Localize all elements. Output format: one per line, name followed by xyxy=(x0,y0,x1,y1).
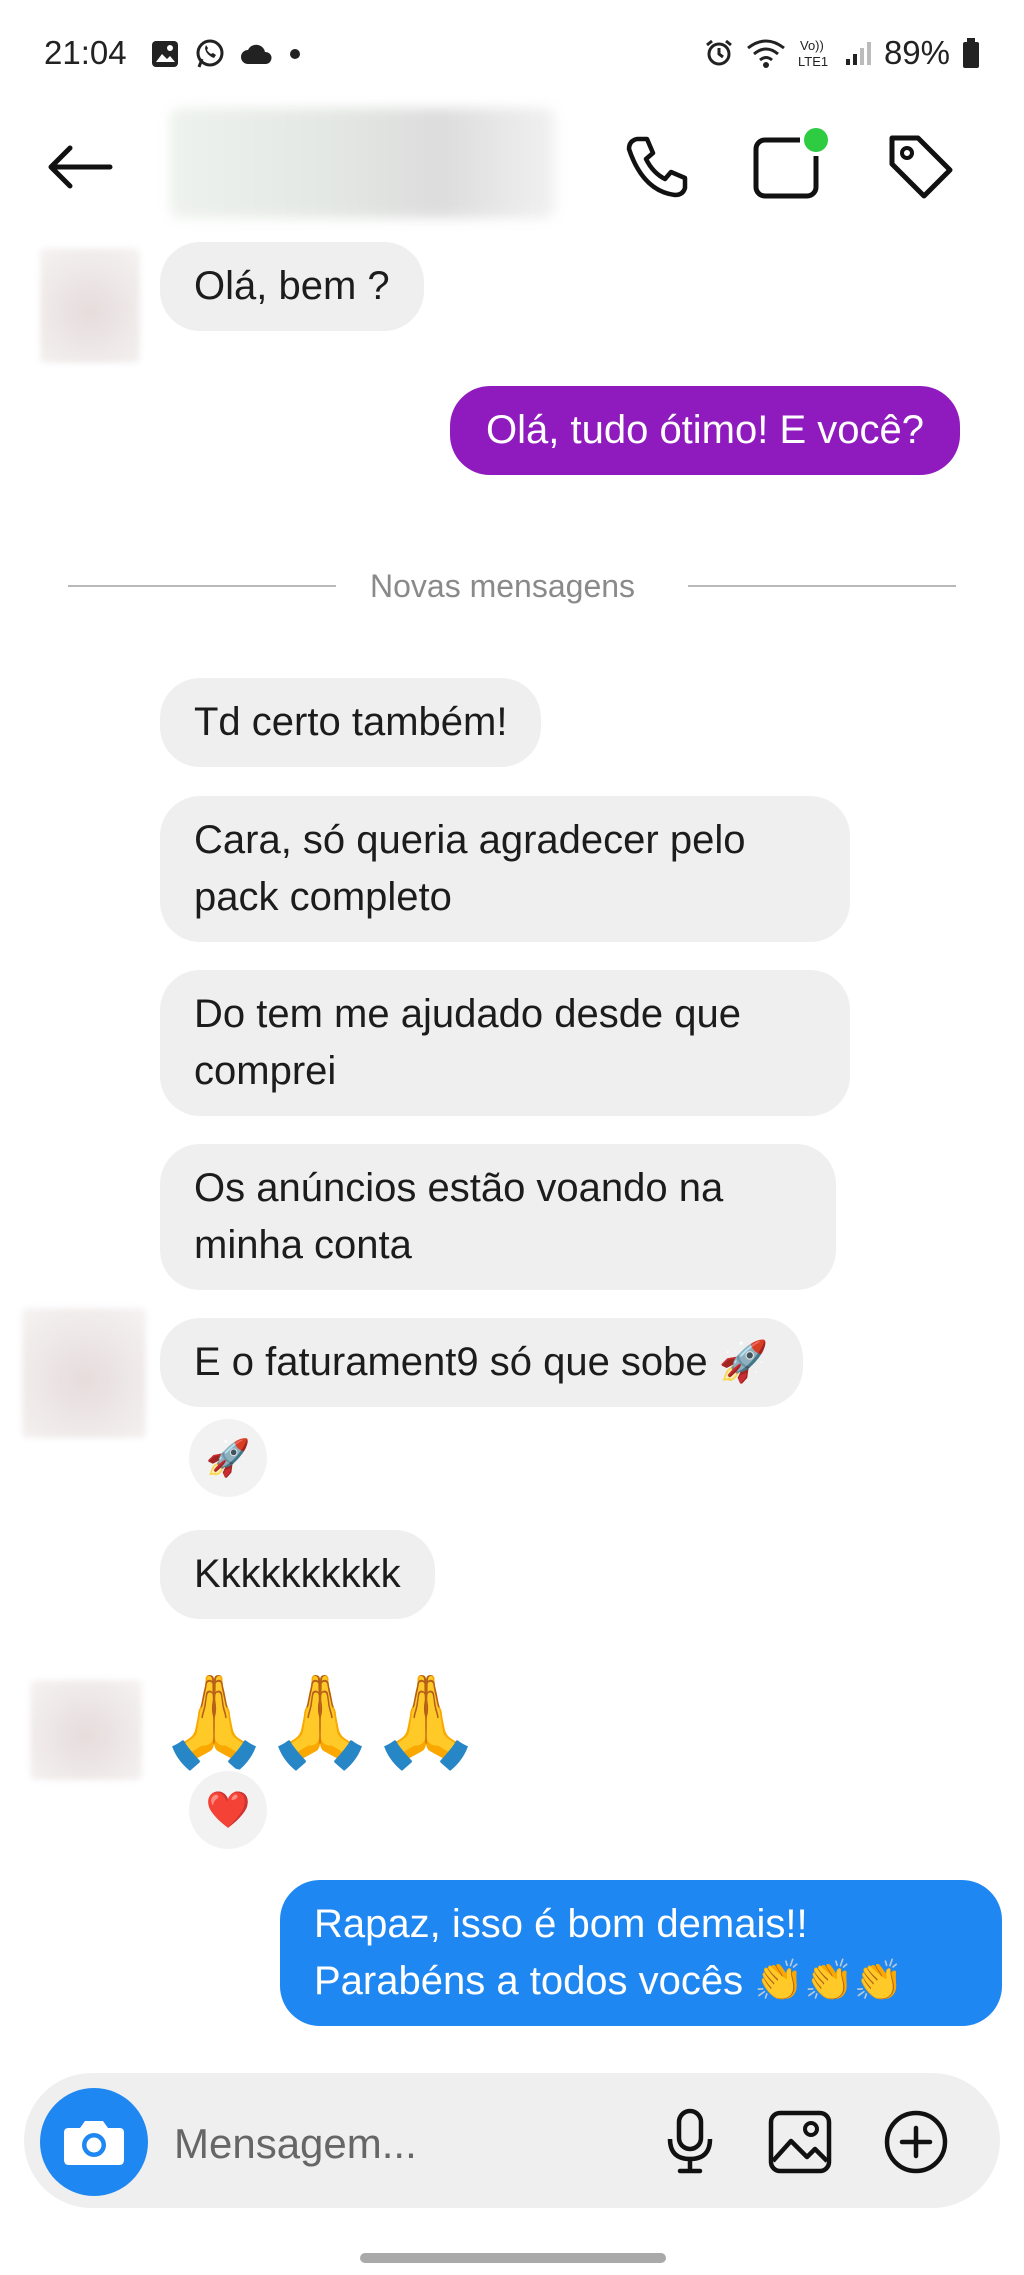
tag-icon xyxy=(889,135,953,199)
volte-icon: Vo))LTE1 xyxy=(798,38,828,69)
video-icon xyxy=(753,128,830,199)
call-button[interactable] xyxy=(618,128,694,204)
back-button[interactable] xyxy=(44,132,114,202)
message-reaction[interactable]: ❤️ xyxy=(186,1768,270,1852)
new-messages-divider: Novas mensagens xyxy=(370,568,636,604)
video-call-button[interactable] xyxy=(750,126,834,206)
voice-message-button[interactable] xyxy=(654,2104,726,2180)
contact-name-blurred[interactable] xyxy=(170,108,555,218)
camera-button[interactable] xyxy=(40,2088,148,2196)
microphone-icon xyxy=(667,2108,713,2174)
back-arrow-icon xyxy=(48,145,113,189)
label-button[interactable] xyxy=(880,126,960,206)
whatsapp-icon xyxy=(196,39,224,68)
message-bubble-received[interactable]: Cara, só queria agradecer pelo pack comp… xyxy=(160,796,850,942)
signal-icon xyxy=(845,42,871,65)
camera-icon xyxy=(64,2121,124,2165)
gallery-button[interactable] xyxy=(762,2104,838,2180)
message-bubble-received[interactable]: Td certo também! xyxy=(160,678,542,767)
home-indicator[interactable] xyxy=(360,2253,666,2263)
svg-text:LTE1: LTE1 xyxy=(798,54,828,69)
avatar[interactable] xyxy=(22,1308,146,1438)
message-bubble-received[interactable]: Os anúncios estão voando na minha conta xyxy=(160,1144,836,1290)
battery-percent: 89% xyxy=(883,34,950,71)
divider-line-right xyxy=(688,585,956,587)
emoji-message[interactable]: 🙏🙏🙏 xyxy=(158,1672,482,1772)
dot-icon xyxy=(290,49,300,59)
wifi-icon xyxy=(747,39,785,68)
avatar[interactable] xyxy=(40,248,140,363)
message-bubble-sent[interactable]: Olá, tudo ótimo! E você? xyxy=(450,386,961,475)
status-right: Vo)) LTE1 89% xyxy=(704,34,980,72)
message-bubble-received[interactable]: Olá, bem ? xyxy=(160,242,424,331)
status-time: 21:04 xyxy=(44,34,127,71)
phone-icon xyxy=(626,136,688,198)
plus-circle-icon xyxy=(884,2110,948,2174)
more-options-button[interactable] xyxy=(878,2104,954,2180)
message-bubble-received[interactable]: Do tem me ajudado desde que comprei xyxy=(160,970,850,1116)
cloud-icon xyxy=(241,44,272,64)
message-reaction[interactable]: 🚀 xyxy=(186,1416,270,1500)
image-icon xyxy=(768,2110,832,2174)
message-bubble-received[interactable]: E o faturament9 só que sobe 🚀 xyxy=(160,1318,803,1407)
status-left-icons xyxy=(150,38,302,70)
battery-icon xyxy=(963,38,979,68)
svg-text:Vo)): Vo)) xyxy=(800,38,824,53)
divider-line-left xyxy=(68,585,336,587)
message-bubble-received[interactable]: Kkkkkkkkkk xyxy=(160,1530,435,1619)
message-bubble-sent[interactable]: Rapaz, isso é bom demais!! Parabéns a to… xyxy=(280,1880,1002,2026)
message-input[interactable] xyxy=(172,2110,646,2178)
alarm-icon xyxy=(706,39,732,66)
gallery-icon xyxy=(152,41,178,67)
avatar[interactable] xyxy=(30,1680,142,1780)
